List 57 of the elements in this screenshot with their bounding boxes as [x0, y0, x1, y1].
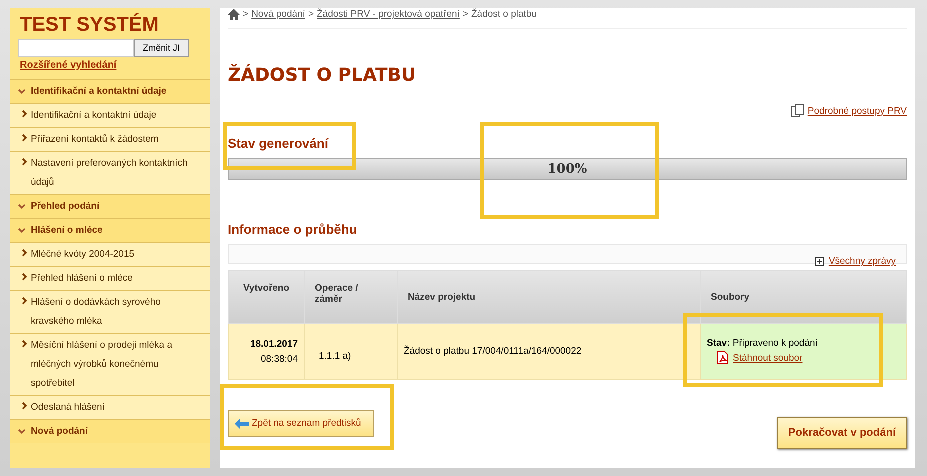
nav-item[interactable]: Hlášení o dodávkách syrového kravského mléka	[10, 290, 210, 333]
help-link[interactable]: Podrobné postupy PRV	[808, 106, 907, 116]
nav-item[interactable]: Měsíční hlášení o prodeji mléka a mléčných výrobků konečnému spotřebitel	[10, 333, 210, 395]
chevron-right-icon	[22, 273, 28, 281]
section-heading: Informace o průběhu	[228, 222, 358, 237]
chevron-down-icon	[18, 204, 26, 210]
chevron-right-icon	[22, 158, 28, 166]
column-header: Vytvořeno	[228, 270, 304, 324]
status-label: Stav:	[707, 338, 730, 349]
breadcrumb-separator: >	[462, 9, 468, 20]
table-cell: 1.1.1 a)	[304, 324, 398, 380]
nav-item[interactable]: Identifikační a kontaktní údaje	[10, 103, 210, 127]
chevron-right-icon	[22, 297, 28, 305]
all-messages-link[interactable]: Všechny zprávy	[828, 256, 896, 267]
breadcrumb-current: Žádost o platbu	[472, 9, 537, 20]
advanced-search-link[interactable]: Rozšířené vyhledání	[20, 60, 117, 71]
chevron-right-icon	[22, 134, 28, 142]
pdf-icon	[717, 351, 729, 365]
nav-item[interactable]: Přiřazení kontaktů k žádostem	[10, 127, 210, 151]
breadcrumb-separator: >	[308, 9, 314, 20]
table-cell: 18.01.2017 08:38:04	[228, 324, 304, 380]
chevron-right-icon	[22, 249, 28, 257]
chevron-down-icon	[18, 88, 26, 94]
nav-section[interactable]: Přehled podání	[10, 194, 210, 218]
nav-item[interactable]: Nastavení preferovaných kontaktních údajů	[10, 151, 210, 194]
app-title: TEST SYSTÉM	[19, 12, 160, 38]
column-header: Název projektu	[398, 270, 700, 324]
search-field[interactable]	[18, 39, 134, 57]
chevron-right-icon	[22, 402, 28, 410]
page-title: ŽÁDOST O PLATBU	[228, 65, 418, 86]
nav-section[interactable]: Nová podání	[10, 419, 210, 443]
chevron-down-icon	[18, 428, 26, 434]
change-button[interactable]: Změnit JI	[134, 39, 190, 57]
chevron-right-icon	[22, 110, 28, 118]
document-icon	[790, 104, 805, 118]
column-header: Operace / záměr	[304, 270, 398, 324]
arrow-left-icon	[235, 418, 249, 428]
nav-item[interactable]: Odeslaná hlášení	[10, 395, 210, 419]
nav-item[interactable]: Mléčné kvóty 2004-2015	[10, 242, 210, 266]
download-link[interactable]: Stáhnout soubor	[733, 352, 803, 364]
chevron-down-icon	[18, 228, 26, 234]
home-icon[interactable]	[228, 9, 240, 20]
section-heading: Stav generování	[228, 136, 330, 151]
chevron-right-icon	[22, 340, 28, 348]
column-header: Soubory	[700, 270, 906, 324]
expand-icon[interactable]	[814, 257, 824, 266]
continue-button[interactable]: Pokračovat v podání	[777, 417, 907, 449]
table-cell: Žádost o platbu 17/004/0111a/164/000022	[398, 324, 700, 380]
nav-section[interactable]: Identifikační a kontaktní údaje	[10, 79, 210, 103]
nav-section[interactable]: Hlášení o mléce	[10, 218, 210, 242]
nav-item[interactable]: Přehled hlášení o mléce	[10, 266, 210, 290]
progress-reading: 100%	[548, 162, 588, 176]
breadcrumb-link[interactable]: Žádosti PRV - projektová opatření	[317, 9, 460, 20]
breadcrumb-link[interactable]: Nová podání	[252, 9, 306, 20]
breadcrumb-separator: >	[243, 9, 249, 20]
status-text: Připraveno k podání	[732, 338, 818, 349]
back-button[interactable]: Zpět na seznam předtisků	[228, 410, 374, 437]
